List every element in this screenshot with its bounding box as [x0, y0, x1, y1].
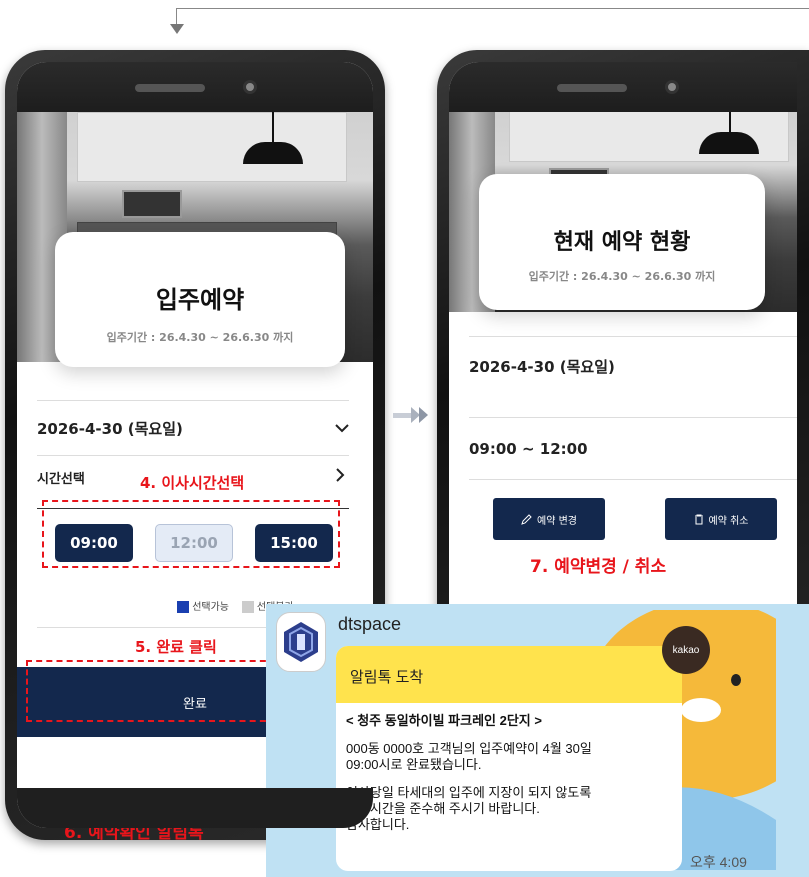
- next-arrow-icon: [393, 407, 428, 423]
- flow-connector-drop: [176, 8, 177, 24]
- message-line-5: 감사합니다.: [346, 817, 410, 832]
- title-card: 입주예약 입주기간 : 26.4.30 ~ 26.6.30 까지: [55, 232, 345, 367]
- status-period: 입주기간 : 26.4.30 ~ 26.6.30 까지: [528, 270, 716, 283]
- message-line-4: 이사시간을 준수해 주시기 바랍니다.: [346, 801, 540, 816]
- page-title: 입주예약: [155, 286, 245, 314]
- change-reservation-label: 예약 변경: [537, 515, 577, 527]
- message-header: 알림톡 도착: [336, 646, 682, 703]
- status-title: 현재 예약 현황: [553, 230, 691, 255]
- flow-down-arrow-icon: [170, 24, 184, 34]
- speaker-icon: [135, 84, 205, 92]
- message-line-2: 09:00시로 완료됐습니다.: [346, 757, 482, 772]
- message-line-1: 000동 0000호 고객님의 입주예약이 4월 30일: [346, 741, 592, 756]
- legend-unavailable-swatch: [241, 601, 254, 613]
- phone-top-bezel: [17, 62, 373, 112]
- phone-top-bezel: [449, 62, 797, 112]
- dtspace-avatar: [276, 612, 326, 672]
- pencil-icon: [521, 513, 532, 525]
- phone-bottom-bezel: [17, 788, 373, 828]
- change-reservation-button[interactable]: 예약 변경: [493, 498, 605, 540]
- message-body: < 청주 동일하이빌 파크레인 2단지 > 000동 0000호 고객님의 입주…: [336, 703, 682, 833]
- time-slot-highlight: [42, 500, 340, 568]
- reserved-date-text: 2026-4-30 (목요일): [469, 358, 615, 376]
- kakao-badge: kakao: [662, 626, 710, 674]
- step4-label: 4. 이사시간선택: [140, 474, 245, 492]
- camera-icon: [665, 80, 679, 94]
- legend-available-label: 선택가능: [192, 602, 229, 613]
- chevron-down-icon: [335, 424, 349, 433]
- step5-label: 5. 완료 클릭: [135, 638, 217, 656]
- sender-name: dtspace: [338, 614, 402, 634]
- reserved-time-text: 09:00 ~ 12:00: [469, 439, 588, 458]
- cancel-reservation-label: 예약 취소: [708, 515, 749, 527]
- message-time: 오후 4:09: [690, 854, 747, 870]
- complex-name: < 청주 동일하이빌 파크레인 2단지 >: [346, 713, 542, 728]
- legend-available-swatch: [177, 601, 189, 613]
- message-bubble: 알림톡 도착 < 청주 동일하이빌 파크레인 2단지 > 000동 0000호 …: [336, 646, 682, 871]
- reserved-date: 2026-4-30 (목요일): [469, 336, 797, 396]
- kakao-notification: dtspace 알림톡 도착 < 청주 동일하이빌 파크레인 2단지 > 000…: [266, 604, 809, 877]
- time-select-label: 시간선택: [37, 472, 85, 487]
- period-text: 입주기간 : 26.4.30 ~ 26.6.30 까지: [106, 331, 294, 344]
- trash-icon: [694, 514, 703, 524]
- complete-highlight: [26, 660, 276, 722]
- cancel-reservation-button[interactable]: 예약 취소: [665, 498, 777, 540]
- message-line-3: 이사당일 타세대의 입주에 지장이 되지 않도록: [346, 785, 592, 800]
- status-card: 현재 예약 현황 입주기간 : 26.4.30 ~ 26.6.30 까지: [479, 174, 765, 310]
- camera-icon: [243, 80, 257, 94]
- chevron-right-icon: [336, 468, 345, 482]
- reserved-time: 09:00 ~ 12:00: [469, 417, 797, 479]
- speaker-icon: [557, 84, 627, 92]
- date-select[interactable]: 2026-4-30 (목요일): [37, 400, 349, 455]
- flow-connector-line: [176, 8, 809, 9]
- dtspace-logo-icon: [284, 622, 318, 662]
- step7-label: 7. 예약변경 / 취소: [530, 557, 667, 577]
- date-text: 2026-4-30 (목요일): [37, 419, 183, 438]
